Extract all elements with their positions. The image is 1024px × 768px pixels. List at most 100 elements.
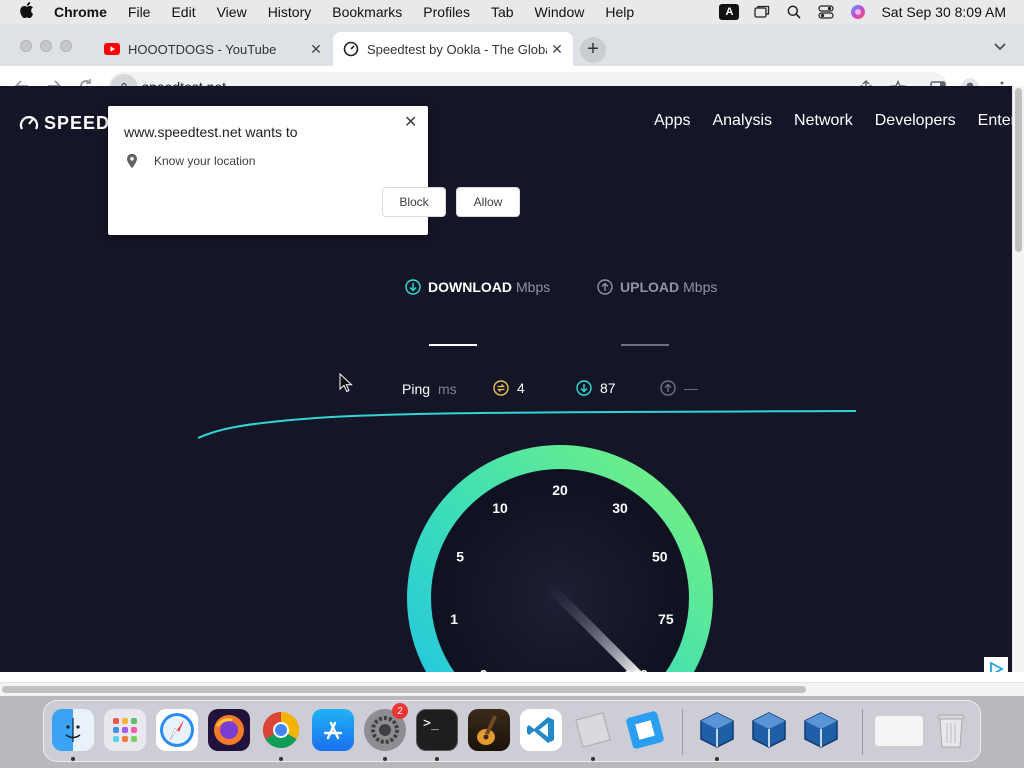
location-pin-icon	[126, 153, 138, 174]
download-label: DOWNLOAD	[428, 279, 512, 295]
running-indicator	[591, 757, 595, 761]
visual-studio-code-icon[interactable]	[520, 709, 562, 751]
download-arrow-icon	[405, 279, 421, 295]
running-indicator	[435, 757, 439, 761]
tab-speedtest[interactable]: Speedtest by Ookla - The Global Broadban…	[333, 32, 573, 66]
tab-title: Speedtest by Ookla - The Global Broadban…	[367, 41, 547, 57]
ping-upload-value: —	[684, 380, 698, 396]
ping-upload: —	[660, 380, 698, 396]
running-indicator	[279, 757, 283, 761]
gauge-tick-label: 30	[612, 500, 628, 516]
download-unit: Mbps	[516, 279, 551, 295]
nav-apps[interactable]: Apps	[654, 112, 690, 130]
mouse-cursor-icon	[339, 372, 353, 398]
system-preferences-icon[interactable]: 2	[364, 703, 408, 751]
launchpad-icon[interactable]	[104, 709, 146, 751]
permission-request-text: Know your location	[154, 154, 256, 168]
dock-separator	[682, 709, 683, 755]
gauge-tick-label: 0	[480, 666, 488, 672]
vertical-scroll-thumb[interactable]	[1015, 88, 1022, 252]
menu-file[interactable]: File	[128, 4, 151, 20]
menu-profiles[interactable]: Profiles	[423, 4, 470, 20]
speed-gauge: 0151020305075100	[407, 445, 713, 672]
gauge-tick-label: 5	[456, 549, 464, 565]
control-center-icon[interactable]	[817, 4, 835, 20]
menu-edit[interactable]: Edit	[171, 4, 195, 20]
menu-tab[interactable]: Tab	[491, 4, 514, 20]
horizontal-scroll-thumb[interactable]	[2, 686, 806, 693]
safari-icon[interactable]	[156, 709, 198, 751]
permission-close-button[interactable]: ✕	[404, 112, 417, 132]
upload-arrow-icon	[597, 279, 613, 295]
running-indicator	[715, 757, 719, 761]
garageband-icon[interactable]	[468, 709, 510, 751]
gauge-tick-label: 10	[492, 500, 508, 516]
running-indicator	[383, 757, 387, 761]
upload-underline	[621, 344, 669, 346]
nav-network[interactable]: Network	[794, 112, 853, 130]
speedometer-logo-icon	[19, 116, 39, 130]
menu-window[interactable]: Window	[535, 4, 585, 20]
minimize-window-button[interactable]	[40, 40, 52, 52]
siri-icon[interactable]	[849, 4, 867, 20]
ping-unit: ms	[438, 381, 457, 397]
ping-download-value: 87	[600, 380, 616, 396]
menubar-clock[interactable]: Sat Sep 30 8:09 AM	[881, 4, 1006, 20]
window-switch-icon[interactable]	[753, 4, 771, 20]
menu-app-name[interactable]: Chrome	[54, 4, 107, 20]
horizontal-scrollbar[interactable]	[0, 682, 1024, 696]
ping-row: Ping ms 4 87 —	[0, 380, 1012, 400]
new-tab-button[interactable]: +	[580, 37, 606, 63]
zoom-window-button[interactable]	[60, 40, 72, 52]
tab-title: HOOOTDOGS - YouTube	[128, 41, 277, 57]
idle-latency-icon	[493, 380, 509, 396]
menu-bookmarks[interactable]: Bookmarks	[332, 4, 402, 20]
firefox-icon[interactable]	[208, 709, 250, 751]
virtualbox-icon[interactable]	[748, 709, 790, 751]
app-store-icon[interactable]	[312, 709, 354, 751]
menu-bar: Chrome File Edit View History Bookmarks …	[0, 0, 1024, 24]
gauge-tick-label: 1	[450, 611, 458, 627]
trash-icon[interactable]	[930, 709, 972, 751]
nav-developers[interactable]: Developers	[875, 112, 956, 130]
tab-youtube[interactable]: HOOOTDOGS - YouTube ✕	[96, 32, 332, 66]
dock: 2 >_	[43, 700, 981, 762]
block-button[interactable]: Block	[382, 187, 446, 217]
download-underline	[429, 344, 477, 346]
gauge-tick-label: 75	[658, 611, 674, 627]
upload-unit: Mbps	[683, 279, 718, 295]
tab-search-icon[interactable]	[994, 40, 1006, 54]
ping-idle: 4	[493, 380, 525, 396]
tab-close-button[interactable]: ✕	[306, 41, 326, 58]
nav-analysis[interactable]: Analysis	[712, 112, 772, 130]
location-permission-popup: www.speedtest.net wants to ✕ Know your l…	[108, 106, 520, 235]
ping-idle-value: 4	[517, 380, 525, 396]
ping-label: Ping	[402, 381, 431, 397]
youtube-icon	[104, 41, 120, 57]
adchoices-icon[interactable]	[984, 657, 1008, 672]
close-window-button[interactable]	[20, 40, 32, 52]
menu-history[interactable]: History	[268, 4, 312, 20]
finder-icon[interactable]	[52, 709, 94, 751]
roblox-studio-icon[interactable]	[624, 709, 666, 751]
virtualbox-icon[interactable]	[696, 709, 738, 751]
terminal-icon[interactable]: >_	[416, 709, 458, 751]
spotlight-search-icon[interactable]	[785, 4, 803, 20]
vertical-scrollbar[interactable]	[1012, 86, 1024, 672]
nav-enterprise[interactable]: Enterprise	[978, 112, 1012, 130]
apple-icon[interactable]	[0, 2, 54, 22]
upload-header: UPLOAD Mbps	[597, 279, 717, 295]
ping-download: 87	[576, 380, 616, 396]
input-source-indicator[interactable]: A	[719, 4, 740, 20]
google-chrome-icon[interactable]	[260, 709, 302, 751]
tab-close-button[interactable]: ✕	[547, 41, 567, 58]
menu-help[interactable]: Help	[605, 4, 634, 20]
virtualbox-icon[interactable]	[800, 709, 842, 751]
running-indicator	[71, 757, 75, 761]
allow-button[interactable]: Allow	[456, 187, 520, 217]
roblox-icon[interactable]	[572, 709, 614, 751]
preview-window-icon[interactable]	[874, 715, 924, 747]
menu-view[interactable]: View	[217, 4, 247, 20]
download-latency-icon	[576, 380, 592, 396]
speed-graph-line	[197, 410, 857, 439]
